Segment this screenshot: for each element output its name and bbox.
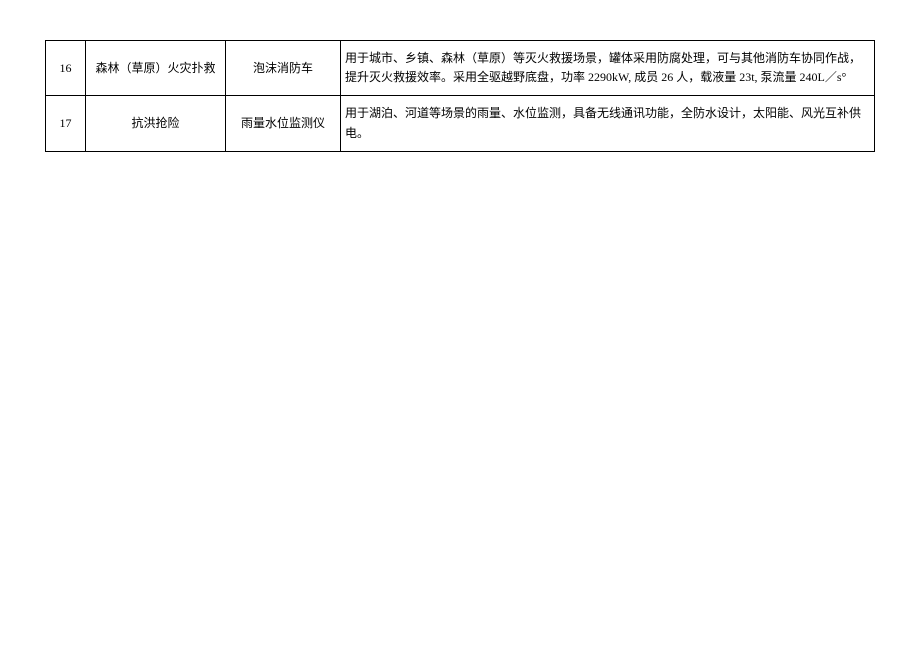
row-number: 17 (46, 96, 86, 151)
row-category: 抗洪抢险 (86, 96, 226, 151)
table-row: 16 森林（草原）火灾扑救 泡沫消防车 用于城市、乡镇、森林（草原）等灭火救援场… (46, 41, 875, 96)
row-description: 用于城市、乡镇、森林（草原）等灭火救援场景，罐体采用防腐处理，可与其他消防车协同… (341, 41, 875, 96)
row-number: 16 (46, 41, 86, 96)
row-name: 雨量水位监测仪 (226, 96, 341, 151)
specification-table: 16 森林（草原）火灾扑救 泡沫消防车 用于城市、乡镇、森林（草原）等灭火救援场… (45, 40, 875, 152)
row-name: 泡沫消防车 (226, 41, 341, 96)
table-row: 17 抗洪抢险 雨量水位监测仪 用于湖泊、河道等场景的雨量、水位监测，具备无线通… (46, 96, 875, 151)
row-description: 用于湖泊、河道等场景的雨量、水位监测，具备无线通讯功能，全防水设计，太阳能、风光… (341, 96, 875, 151)
row-category: 森林（草原）火灾扑救 (86, 41, 226, 96)
